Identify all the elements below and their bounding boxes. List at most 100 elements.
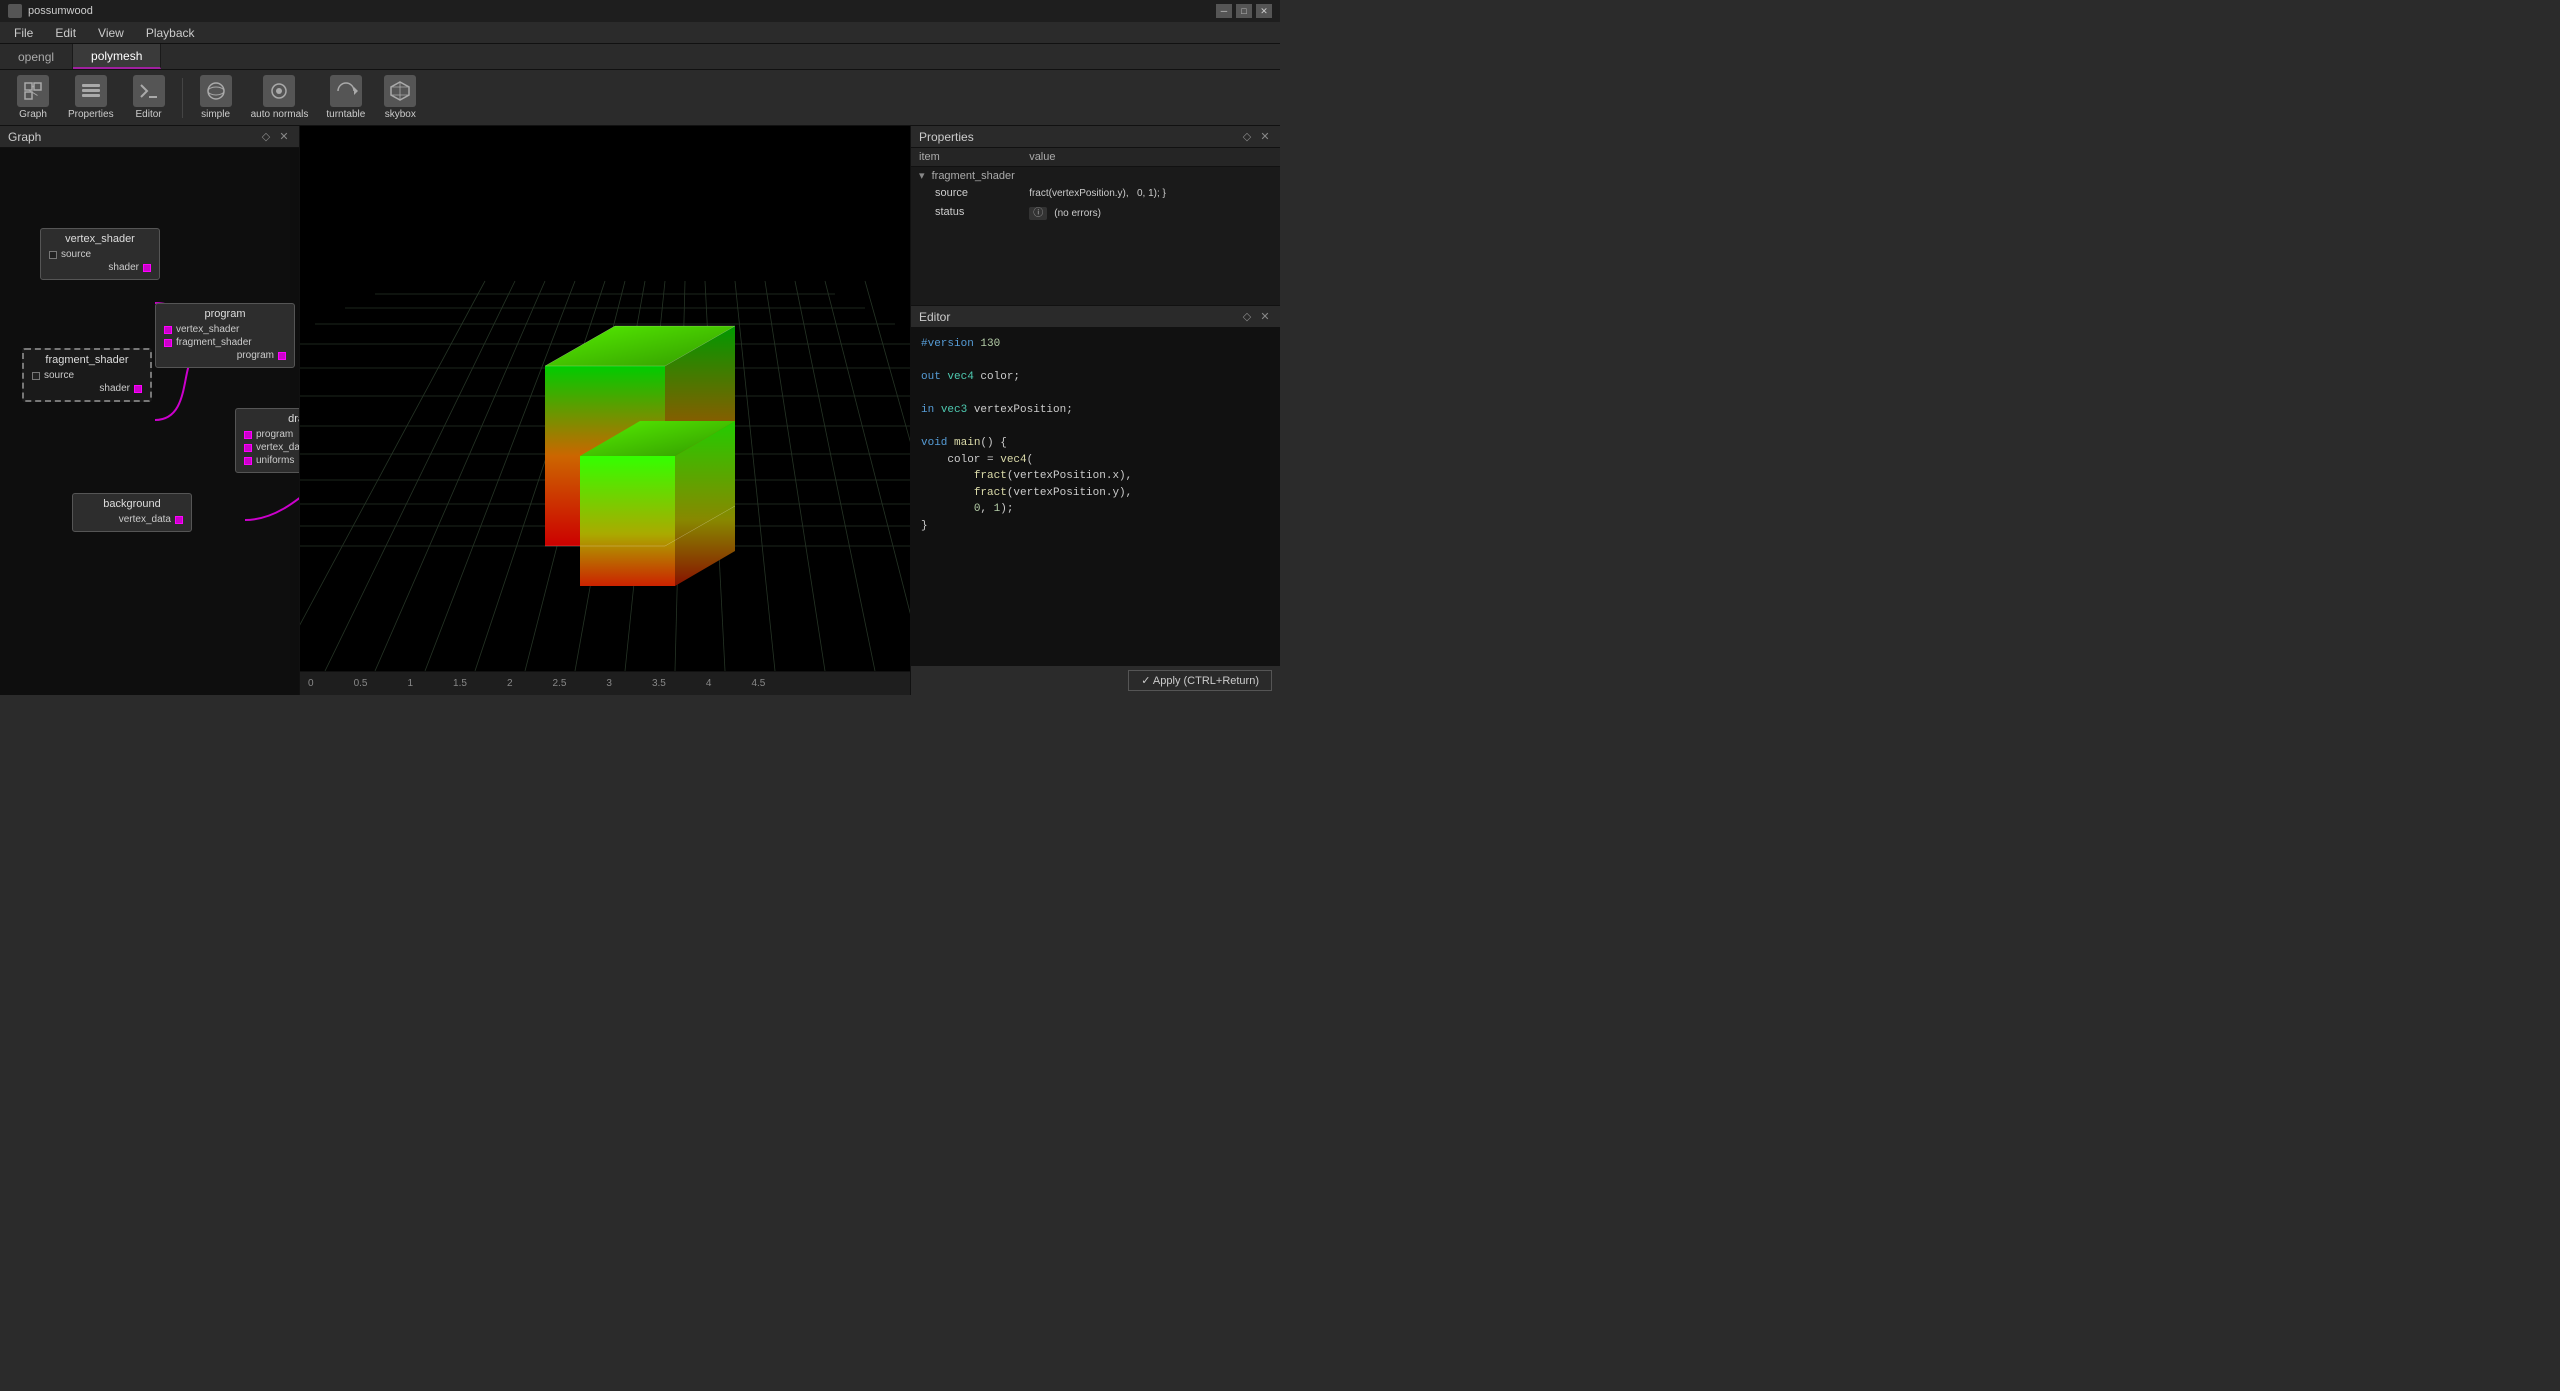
timeline: 0 0.5 1 1.5 2 2.5 3 3.5 4 4.5 [300, 671, 910, 695]
port-dot-vs-source [49, 251, 57, 259]
separator [182, 78, 183, 118]
port-prog-fs: fragment_shader [164, 337, 286, 348]
app-title: possumwood [28, 5, 93, 17]
port-draw-prog: program [244, 429, 299, 440]
node-vertex-shader[interactable]: vertex_shader source shader [40, 228, 160, 280]
props-value-source[interactable]: fract(vertexPosition.y), 0, 1); } [1021, 185, 1280, 202]
expand-icon[interactable]: ▾ [919, 170, 925, 182]
toolbar-turntable[interactable]: turntable [318, 71, 373, 124]
graph-panel-title: Graph [8, 130, 41, 144]
port-dot-fs-shader-out [134, 385, 142, 393]
properties-pin-icon[interactable]: ◇ [1240, 130, 1254, 144]
window-controls: ─ □ ✕ [1216, 4, 1272, 18]
port-draw-uni: uniforms [244, 455, 299, 466]
menu-view[interactable]: View [88, 24, 134, 42]
editor-header-icons: ◇ ✕ [1240, 310, 1272, 324]
graph-close-icon[interactable]: ✕ [277, 130, 291, 144]
port-bg-vd: vertex_data [81, 514, 183, 525]
viewport[interactable]: 0 0.5 1 1.5 2 2.5 3 3.5 4 4.5 [300, 126, 910, 695]
port-fs-source: source [32, 370, 142, 381]
editor-pin-icon[interactable]: ◇ [1240, 310, 1254, 324]
port-vs-source: source [49, 249, 151, 260]
toolbar-graph[interactable]: Graph [8, 71, 58, 124]
properties-icon [75, 75, 107, 107]
turntable-label: turntable [326, 109, 365, 120]
maximize-button[interactable]: □ [1236, 4, 1252, 18]
port-dot-draw-vd [244, 444, 252, 452]
port-prog-vs: vertex_shader [164, 324, 286, 335]
timeline-marker-1: 0.5 [354, 678, 368, 689]
node-draw[interactable]: draw program vertex_data uniforms [235, 408, 299, 473]
graph-panel-header: Graph ◇ ✕ [0, 126, 299, 148]
main-layout: Graph ◇ ✕ vertex_shader [0, 126, 1280, 695]
titlebar: possumwood ─ □ ✕ [0, 0, 1280, 22]
props-label-source: source [911, 185, 1021, 202]
viewport-svg [300, 126, 910, 671]
skybox-icon [384, 75, 416, 107]
properties-panel: Properties ◇ ✕ item value ▾ [911, 126, 1280, 306]
props-label-status: status [911, 202, 1021, 222]
auto-normals-label: auto normals [251, 109, 309, 120]
node-draw-title: draw [244, 413, 299, 425]
graph-canvas[interactable]: vertex_shader source shader fragment_sha… [0, 148, 299, 695]
node-fragment-shader[interactable]: fragment_shader source shader [22, 348, 152, 402]
menu-playback[interactable]: Playback [136, 24, 205, 42]
toolbar-properties[interactable]: Properties [60, 71, 122, 124]
toolbar-simple[interactable]: simple [191, 71, 241, 124]
graph-panel: Graph ◇ ✕ vertex_shader [0, 126, 300, 695]
tabbar: opengl polymesh [0, 44, 1280, 70]
toolbar-auto-normals[interactable]: auto normals [243, 71, 317, 124]
minimize-button[interactable]: ─ [1216, 4, 1232, 18]
node-vertex-shader-title: vertex_shader [49, 233, 151, 245]
editor-panel-header: Editor ◇ ✕ [911, 306, 1280, 328]
timeline-marker-8: 4 [706, 678, 712, 689]
toolbar: Graph Properties Editor simple [0, 70, 1280, 126]
props-row-source: source fract(vertexPosition.y), 0, 1); } [911, 185, 1280, 202]
editor-close-icon[interactable]: ✕ [1258, 310, 1272, 324]
editor-content-area[interactable]: #version 130 out vec4 color; in vec3 ver… [911, 328, 1280, 665]
editor-icon [133, 75, 165, 107]
node-background-title: background [81, 498, 183, 510]
node-fragment-shader-title: fragment_shader [32, 354, 142, 366]
status-text: (no errors) [1054, 208, 1101, 219]
port-draw-vd: vertex_data [244, 442, 299, 453]
graph-label: Graph [19, 109, 47, 120]
simple-icon [200, 75, 232, 107]
editor-panel: Editor ◇ ✕ #version 130 out vec4 color; … [911, 306, 1280, 695]
props-section-fragment-shader: ▾ fragment_shader [911, 167, 1280, 185]
toolbar-editor[interactable]: Editor [124, 71, 174, 124]
props-row-status: status ⓘ (no errors) [911, 202, 1280, 222]
port-dot-bg-vd-out [175, 516, 183, 524]
status-badge: ⓘ [1029, 207, 1047, 220]
props-value-status: ⓘ (no errors) [1021, 202, 1280, 222]
port-dot-prog-out [278, 352, 286, 360]
properties-panel-header: Properties ◇ ✕ [911, 126, 1280, 148]
properties-label: Properties [68, 109, 114, 120]
timeline-marker-2: 1 [407, 678, 413, 689]
properties-close-icon[interactable]: ✕ [1258, 130, 1272, 144]
node-background[interactable]: background vertex_data [72, 493, 192, 532]
menubar: File Edit View Playback [0, 22, 1280, 44]
port-dot-draw-prog [244, 431, 252, 439]
apply-button[interactable]: ✓ Apply (CTRL+Return) [1128, 670, 1272, 691]
timeline-marker-6: 3 [606, 678, 612, 689]
graph-pin-icon[interactable]: ◇ [259, 130, 273, 144]
menu-edit[interactable]: Edit [45, 24, 86, 42]
section-name-fragment-shader: fragment_shader [932, 170, 1015, 182]
toolbar-skybox[interactable]: skybox [375, 71, 425, 124]
editor-toolbar: ✓ Apply (CTRL+Return) [911, 665, 1280, 695]
properties-header-icons: ◇ ✕ [1240, 130, 1272, 144]
turntable-icon [330, 75, 362, 107]
close-button[interactable]: ✕ [1256, 4, 1272, 18]
tab-opengl[interactable]: opengl [0, 44, 73, 69]
node-program[interactable]: program vertex_shader fragment_shader pr… [155, 303, 295, 368]
port-dot-vs-shader-out [143, 264, 151, 272]
tab-polymesh[interactable]: polymesh [73, 44, 161, 69]
port-vs-shader: shader [49, 262, 151, 273]
viewport-3d [300, 126, 910, 671]
properties-panel-title: Properties [919, 130, 974, 144]
timeline-marker-3: 1.5 [453, 678, 467, 689]
port-prog-out: program [164, 350, 286, 361]
menu-file[interactable]: File [4, 24, 43, 42]
properties-table: item value ▾ fragment_shader source frac… [911, 148, 1280, 222]
